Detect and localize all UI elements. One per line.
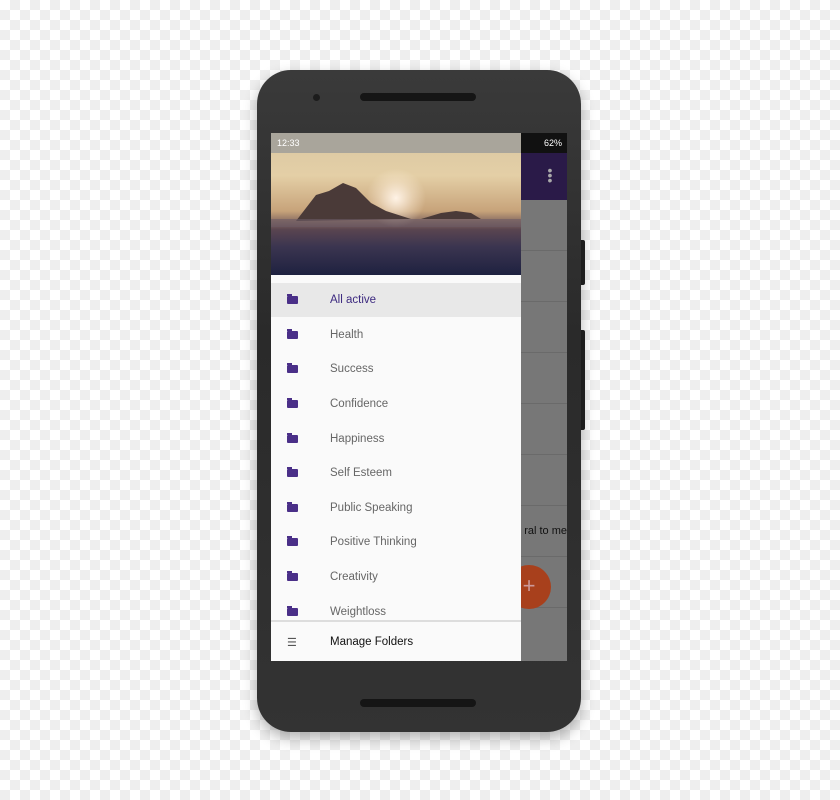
navigation-drawer: 12:33 All active Health Success Confiden… <box>271 133 521 661</box>
drawer-item-label: Creativity <box>330 571 378 583</box>
manage-folders-label: Manage Folders <box>330 636 414 648</box>
folder-icon <box>287 467 298 477</box>
drawer-item-all-active[interactable]: All active <box>271 283 521 317</box>
drawer-item-label: Positive Thinking <box>330 536 417 548</box>
drawer-item-label: Weightloss <box>330 606 387 618</box>
more-options-icon[interactable]: • • • <box>547 163 553 187</box>
drawer-item-label: Self Esteem <box>330 467 392 479</box>
rock-silhouette <box>271 183 521 227</box>
folder-icon <box>287 606 298 616</box>
drawer-item-label: Success <box>330 363 374 375</box>
screen: 62% • • • ral to me + 12:33 All active Hea… <box>271 133 567 661</box>
folder-icon <box>287 502 298 512</box>
folder-icon <box>287 571 298 581</box>
folder-icon <box>287 398 298 408</box>
top-speaker <box>360 93 476 101</box>
drawer-item-label: Public Speaking <box>330 502 413 514</box>
folder-icon <box>287 536 298 546</box>
drawer-header-image <box>271 133 521 275</box>
drawer-item-health[interactable]: Health <box>271 318 521 352</box>
volume-button <box>581 240 585 285</box>
list-icon: ☰ <box>287 637 297 649</box>
folder-icon <box>287 294 298 304</box>
drawer-item-happiness[interactable]: Happiness <box>271 422 521 456</box>
drawer-item-success[interactable]: Success <box>271 352 521 386</box>
drawer-item-label: All active <box>330 294 377 306</box>
status-time: 12:33 <box>277 138 300 148</box>
folder-icon <box>287 433 298 443</box>
bottom-speaker <box>360 699 476 707</box>
plus-icon: + <box>522 573 536 598</box>
drawer-status-bar: 12:33 <box>271 133 521 153</box>
drawer-item-confidence[interactable]: Confidence <box>271 387 521 421</box>
drawer-item-self-esteem[interactable]: Self Esteem <box>271 456 521 490</box>
list-item-text[interactable]: ral to me <box>524 525 567 537</box>
battery-level: 62% <box>543 138 562 148</box>
folder-icon <box>287 363 298 373</box>
power-button <box>581 330 585 430</box>
drawer-item-positive-thinking[interactable]: Positive Thinking <box>271 525 521 559</box>
drawer-item-public-speaking[interactable]: Public Speaking <box>271 491 521 525</box>
drawer-item-label: Happiness <box>330 433 385 445</box>
manage-folders-button[interactable]: ☰ Manage Folders <box>271 620 521 661</box>
camera-icon <box>313 94 320 101</box>
folder-icon <box>287 329 298 339</box>
drawer-item-creativity[interactable]: Creativity <box>271 560 521 594</box>
drawer-item-label: Health <box>330 329 364 341</box>
drawer-item-label: Confidence <box>330 398 389 410</box>
